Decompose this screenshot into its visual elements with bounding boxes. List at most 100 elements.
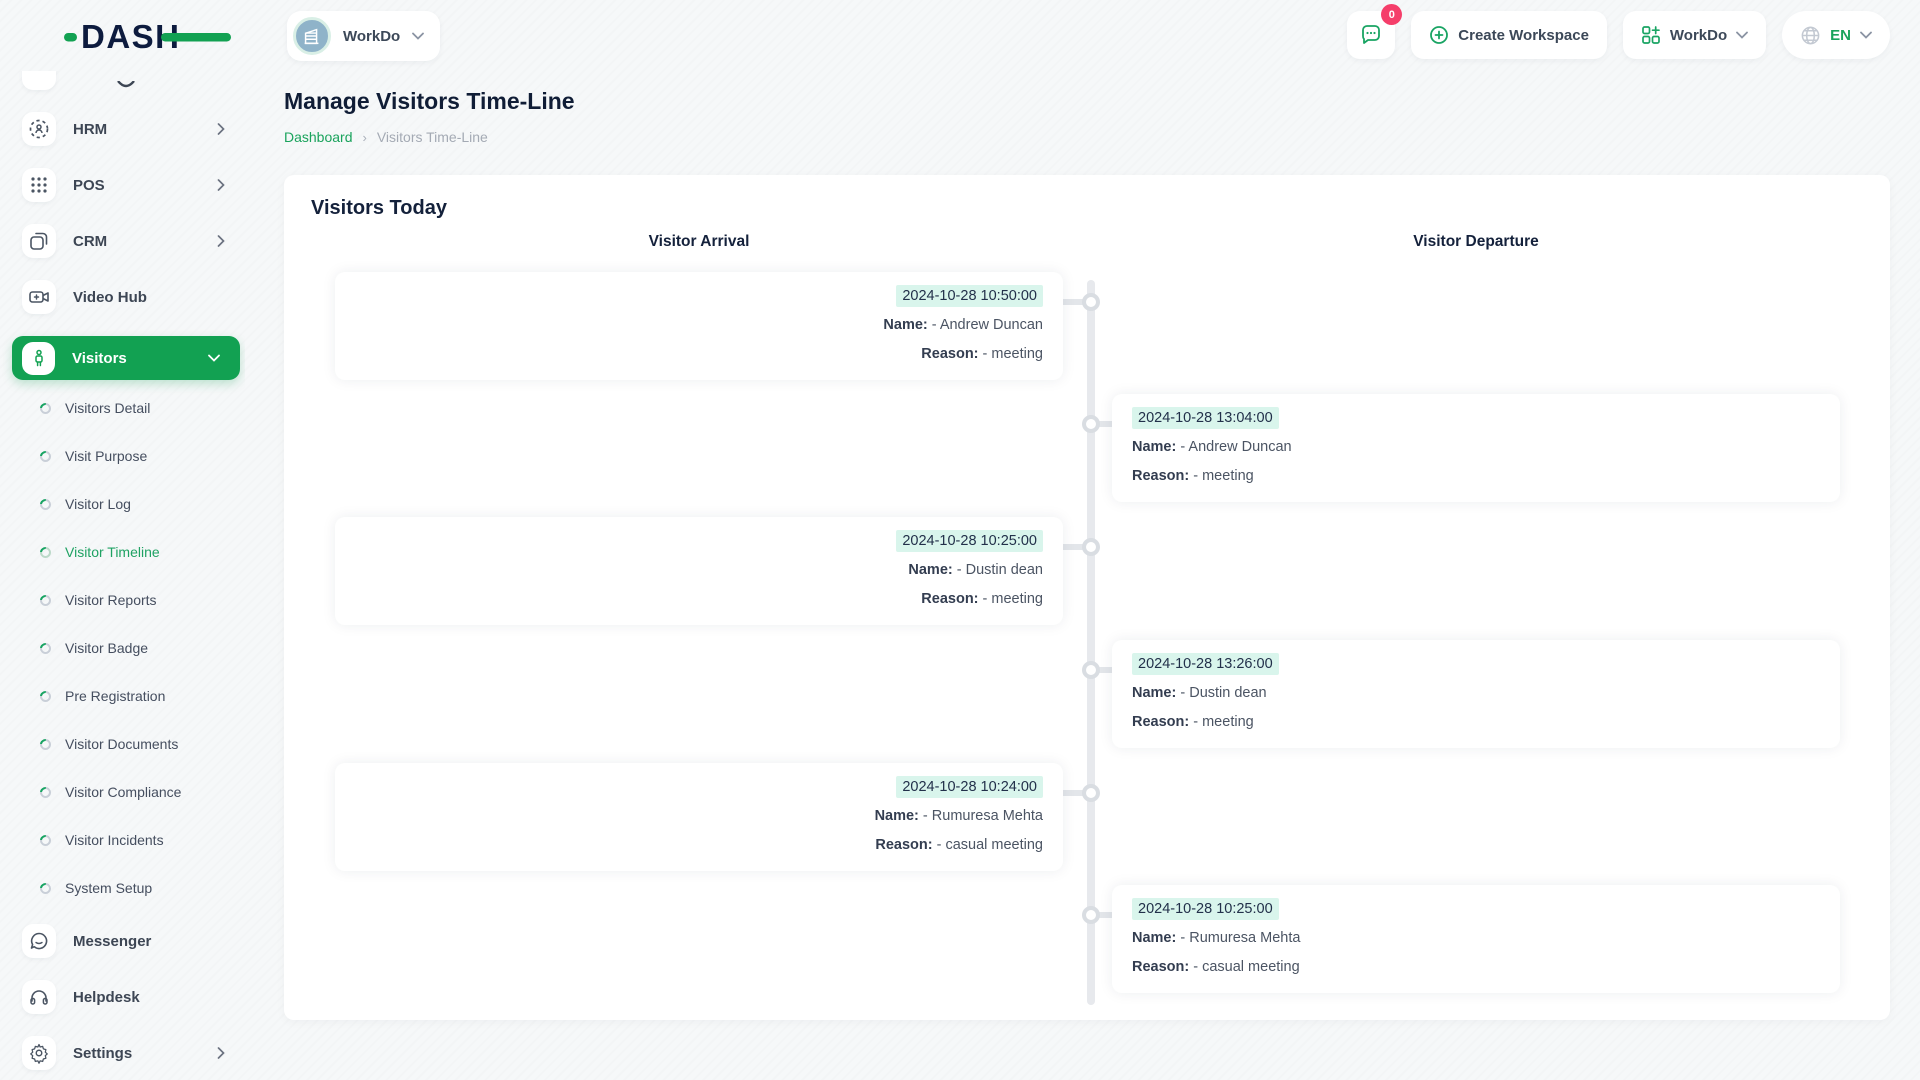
chevron-right-icon [217, 179, 225, 191]
sidebar-item-label: Helpdesk [73, 989, 140, 1006]
submenu-bullet-icon [38, 400, 53, 415]
video-camera-icon [28, 286, 50, 308]
sidebar: HRM POS CRM [0, 71, 245, 1080]
chevron-down-icon [1860, 31, 1872, 39]
chevron-down-icon [412, 32, 424, 40]
sidebar-item-label: Settings [73, 1045, 132, 1062]
sidebar-item-visitor-badge[interactable]: Visitor Badge [0, 624, 245, 672]
sidebar-item-visit-purpose[interactable]: Visit Purpose [0, 432, 245, 480]
sidebar-item-crm[interactable]: CRM [0, 224, 245, 258]
workspace-dropdown-label: WorkDo [1670, 27, 1727, 44]
sidebar-item-visitors[interactable]: Visitors [12, 336, 240, 380]
sidebar-item-pos[interactable]: POS [0, 168, 245, 202]
event-reason: - meeting [1193, 468, 1253, 484]
sidebar-item-pre-registration[interactable]: Pre Registration [0, 672, 245, 720]
event-reason: - meeting [1193, 714, 1253, 730]
chevron-down-icon [208, 354, 220, 362]
sidebar-item-label: Messenger [73, 933, 151, 950]
sidebar-item-clipped[interactable] [0, 71, 245, 90]
event-name: - Rumuresa Mehta [1180, 930, 1300, 946]
sidebar-item-label: Visitors [72, 350, 127, 367]
event-name: - Dustin dean [1180, 685, 1266, 701]
submenu-bullet-icon [38, 544, 53, 559]
arrival-event-card: 2024-10-28 10:50:00 Name: - Andrew Dunca… [335, 272, 1063, 380]
chevron-right-icon [217, 1047, 225, 1059]
submenu-bullet-icon [38, 592, 53, 607]
sidebar-item-system-setup[interactable]: System Setup [0, 864, 245, 912]
workspace-grid-icon [1641, 25, 1661, 45]
timeline-node [1082, 661, 1100, 679]
timeline-node [1082, 415, 1100, 433]
event-name: - Rumuresa Mehta [923, 808, 1043, 824]
submenu-bullet-icon [38, 640, 53, 655]
clipped-module-icon [22, 71, 56, 90]
event-timestamp: 2024-10-28 10:25:00 [896, 530, 1043, 552]
sidebar-item-visitor-incidents[interactable]: Visitor Incidents [0, 816, 245, 864]
sidebar-item-visitor-compliance[interactable]: Visitor Compliance [0, 768, 245, 816]
hrm-icon [28, 118, 50, 140]
timeline-node [1082, 906, 1100, 924]
sidebar-item-visitors-detail[interactable]: Visitors Detail [0, 384, 245, 432]
messages-badge: 0 [1381, 4, 1402, 25]
sidebar-item-video-hub[interactable]: Video Hub [0, 280, 245, 314]
dash-logo[interactable]: DASH [64, 14, 234, 58]
sidebar-item-messenger[interactable]: Messenger [0, 924, 245, 958]
timeline-node [1082, 538, 1100, 556]
breadcrumb-current: Visitors Time-Line [377, 129, 488, 145]
submenu-bullet-icon [38, 736, 53, 751]
event-name: - Dustin dean [957, 562, 1043, 578]
departure-event-card: 2024-10-28 10:25:00 Name: - Rumuresa Meh… [1112, 885, 1840, 993]
event-timestamp: 2024-10-28 13:04:00 [1132, 407, 1279, 429]
headphones-icon [28, 986, 50, 1008]
sidebar-item-label: CRM [73, 233, 107, 250]
breadcrumb: Dashboard › Visitors Time-Line [284, 129, 488, 145]
arrival-event-card: 2024-10-28 10:24:00 Name: - Rumuresa Meh… [335, 763, 1063, 871]
create-workspace-label: Create Workspace [1458, 27, 1589, 44]
sidebar-item-visitor-log[interactable]: Visitor Log [0, 480, 245, 528]
workspace-chip[interactable]: WorkDo [287, 11, 440, 61]
language-label: EN [1830, 27, 1851, 44]
clipped-label-fragment [116, 81, 136, 91]
breadcrumb-dashboard[interactable]: Dashboard [284, 129, 353, 145]
workspace-chip-label: WorkDo [343, 28, 400, 45]
breadcrumb-separator: › [363, 130, 367, 145]
main-content: Manage Visitors Time-Line Dashboard › Vi… [245, 71, 1920, 1080]
sidebar-item-label: HRM [73, 121, 107, 138]
departure-event-card: 2024-10-28 13:04:00 Name: - Andrew Dunca… [1112, 394, 1840, 502]
gear-icon [28, 1042, 50, 1064]
event-timestamp: 2024-10-28 13:26:00 [1132, 653, 1279, 675]
submenu-bullet-icon [38, 880, 53, 895]
globe-icon [1800, 25, 1821, 46]
top-header: DASH WorkDo 0 [0, 0, 1920, 71]
sidebar-item-visitor-timeline[interactable]: Visitor Timeline [0, 528, 245, 576]
submenu-bullet-icon [38, 784, 53, 799]
chevron-right-icon [217, 123, 225, 135]
building-icon [301, 25, 323, 47]
language-selector[interactable]: EN [1782, 11, 1890, 59]
submenu-bullet-icon [38, 688, 53, 703]
event-reason: - meeting [983, 346, 1043, 362]
sidebar-item-label: Video Hub [73, 289, 147, 306]
submenu-bullet-icon [38, 832, 53, 847]
sidebar-item-hrm[interactable]: HRM [0, 112, 245, 146]
sidebar-item-helpdesk[interactable]: Helpdesk [0, 980, 245, 1014]
workspace-dropdown[interactable]: WorkDo [1623, 11, 1766, 59]
event-timestamp: 2024-10-28 10:50:00 [896, 285, 1043, 307]
visitor-person-icon [29, 348, 49, 368]
messages-button[interactable]: 0 [1347, 11, 1395, 59]
sidebar-item-settings[interactable]: Settings [0, 1036, 245, 1070]
arrival-event-card: 2024-10-28 10:25:00 Name: - Dustin dean … [335, 517, 1063, 625]
visitors-today-panel: Visitors Today Visitor Arrival Visitor D… [284, 175, 1890, 1020]
arrival-column-header: Visitor Arrival [335, 233, 1063, 251]
event-reason: - meeting [983, 591, 1043, 607]
chevron-right-icon [217, 235, 225, 247]
event-timestamp: 2024-10-28 10:25:00 [1132, 898, 1279, 920]
create-workspace-button[interactable]: Create Workspace [1411, 11, 1607, 59]
pos-icon [28, 174, 50, 196]
sidebar-item-visitor-documents[interactable]: Visitor Documents [0, 720, 245, 768]
workspace-avatar [293, 17, 331, 55]
visitors-submenu: Visitors Detail Visit Purpose Visitor Lo… [0, 384, 245, 912]
chevron-down-icon [1736, 31, 1748, 39]
event-name: - Andrew Duncan [1180, 439, 1291, 455]
sidebar-item-visitor-reports[interactable]: Visitor Reports [0, 576, 245, 624]
